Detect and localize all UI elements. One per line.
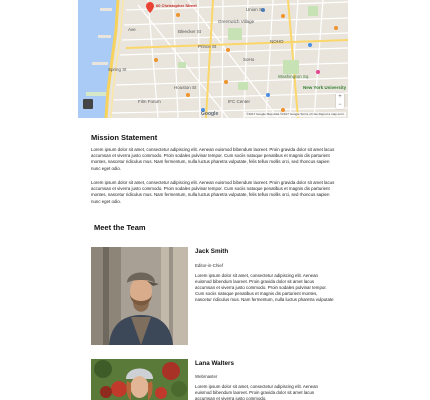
- team-member-name: Jack Smith: [195, 248, 229, 255]
- map-tiles: [78, 0, 348, 118]
- mission-paragraph: Lorem ipsum dolor sit amet, consectetur …: [91, 180, 335, 204]
- map-label: Washington Sq: [278, 74, 309, 79]
- map-attribution[interactable]: ©2017 Google Map data ©2017 Google Terms…: [244, 112, 346, 117]
- zoom-out-button[interactable]: −: [336, 101, 344, 109]
- map-label: IFC Center: [228, 99, 251, 104]
- team-member-name: Lana Walters: [195, 360, 234, 367]
- map-label: New York University: [303, 85, 347, 90]
- google-logo: Google: [201, 111, 219, 117]
- mission-title: Mission Statement: [91, 133, 158, 142]
- team-member-role: Editor-in-Chief: [195, 263, 224, 268]
- team-photo-jack-smith: [91, 247, 188, 345]
- map-label: Union Sq: [246, 7, 265, 12]
- team-member-role: Webmaster: [195, 374, 218, 379]
- map-label: Bleecker St: [178, 29, 202, 34]
- map-label: Spring St: [108, 67, 127, 72]
- team-title: Meet the Team: [94, 223, 146, 232]
- map-label: Houston St: [174, 85, 197, 90]
- team-photo-lana-walters: [91, 359, 188, 400]
- map-label: NOHO: [270, 39, 284, 44]
- map[interactable]: 60 Christopher Street Ave Spring St Hous…: [78, 0, 348, 118]
- map-label: Film Forum: [138, 99, 161, 104]
- zoom-in-button[interactable]: +: [336, 93, 344, 101]
- team-member-bio: Lorem ipsum dolor sit amet, consectetur …: [195, 384, 319, 400]
- map-label: Prince St: [198, 44, 217, 49]
- zoom-control[interactable]: + −: [336, 93, 344, 109]
- map-label: SoHo: [243, 57, 255, 62]
- map-pin-label: 60 Christopher Street: [156, 3, 197, 8]
- street-view-icon[interactable]: [83, 99, 93, 109]
- map-label: Greenwich Village: [218, 19, 255, 24]
- map-label: Ave: [128, 27, 136, 32]
- mission-paragraph: Lorem ipsum dolor sit amet, consectetur …: [91, 147, 335, 171]
- team-member-bio: Lorem ipsum dolor sit amet, consectetur …: [195, 273, 334, 303]
- location-pin-icon: [146, 2, 154, 13]
